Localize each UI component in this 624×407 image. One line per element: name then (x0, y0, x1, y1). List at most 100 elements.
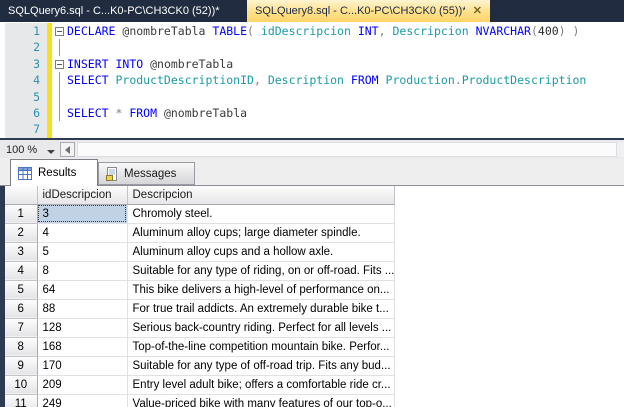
code-token: , (378, 24, 393, 38)
code-token: INSERT INTO (67, 56, 144, 71)
results-tab-label: Results (38, 167, 77, 179)
cell-descripcion[interactable]: Aluminum alloy cups and a hollow axle. (127, 242, 396, 262)
message-page-icon (106, 166, 117, 181)
code-token: Production (378, 73, 455, 88)
fold-region-line (59, 88, 60, 105)
fold-margin (52, 56, 67, 72)
code-line[interactable]: 4 SELECT ProductDescriptionID, Descriptio… (5, 72, 624, 89)
code-lines: 1 DECLARE @nombreTabla TABLE( idDescripci… (5, 23, 624, 138)
code-token: SELECT (67, 105, 109, 120)
table-row: 2 4 Aluminum alloy cups; large diameter sp… (5, 223, 396, 243)
cell-descripcion[interactable]: Top-of-the-line competition mountain bik… (127, 337, 396, 357)
code-token: . (454, 73, 462, 88)
results-grid[interactable]: idDescripcion Descripcion 1 3 Chromoly ste… (5, 186, 624, 407)
line-number: 6 (5, 104, 47, 122)
tab-title: SQLQuery8.sql - C...K0-PC\CH3CK0 (55))* (255, 4, 465, 17)
zoom-level-combo[interactable]: 100 % (3, 142, 55, 158)
cell-descripcion[interactable]: Suitable for any type of riding, on or o… (127, 261, 396, 281)
grid-corner-cell[interactable] (5, 186, 38, 205)
column-header-descripcion[interactable]: Descripcion (127, 186, 396, 205)
cell-iddescripcion[interactable]: 88 (37, 299, 128, 319)
line-number: 7 (5, 121, 47, 138)
table-row: 8 168 Top-of-the-line competition mountain… (5, 337, 396, 357)
zoom-level-value: 100 % (6, 144, 38, 156)
code-token: DECLARE (67, 24, 116, 38)
cell-iddescripcion[interactable]: 3 (37, 204, 128, 224)
tab-results[interactable]: Results (10, 159, 98, 186)
cell-descripcion[interactable]: Chromoly steel. (127, 204, 396, 224)
close-icon[interactable]: ✕ (473, 1, 482, 21)
cell-descripcion[interactable]: Serious back-country riding. Perfect for… (127, 318, 396, 338)
chevron-down-icon[interactable] (47, 150, 55, 154)
code-token: ProductDescription (461, 73, 587, 88)
code-line[interactable]: 3 INSERT INTO @nombreTabla (5, 55, 624, 73)
code-token: SELECT (67, 73, 109, 88)
code-line[interactable]: 7 (5, 121, 624, 138)
scroll-left-button[interactable] (60, 142, 75, 157)
table-row: 5 64 This bike delivers a high-level of pe… (5, 280, 396, 300)
fold-collapse-icon[interactable] (55, 27, 64, 36)
table-row: 3 5 Aluminum alloy cups and a hollow axle. (5, 242, 396, 262)
row-header[interactable]: 5 (5, 280, 38, 300)
fold-collapse-icon[interactable] (55, 59, 64, 69)
code-text: SELECT ProductDescriptionID, Description… (67, 72, 586, 88)
messages-tab-label: Messages (124, 167, 177, 180)
cell-descripcion[interactable]: For true trail addicts. An extremely dur… (127, 299, 396, 319)
line-number: 4 (5, 72, 47, 89)
table-row: 10 209 Entry level adult bike; offers a co… (5, 375, 396, 395)
code-token: idDescripcion (260, 24, 351, 38)
tab-sqlquery6[interactable]: SQLQuery6.sql - C...K0-PC\CH3CK0 (52))* (0, 0, 230, 22)
cell-iddescripcion[interactable]: 64 (37, 280, 128, 300)
line-number: 2 (5, 39, 47, 56)
code-token: ( (530, 24, 538, 38)
results-tab-strip: Results Messages (0, 158, 624, 186)
code-line[interactable]: 1 DECLARE @nombreTabla TABLE( idDescripci… (5, 23, 624, 40)
table-row: 9 170 Suitable for any type of off-road tr… (5, 356, 396, 376)
fold-margin (52, 23, 67, 39)
code-line[interactable]: 6 SELECT * FROM @nombreTabla (5, 104, 624, 122)
cell-iddescripcion[interactable]: 8 (37, 261, 128, 281)
tab-messages[interactable]: Messages (98, 162, 195, 185)
cell-iddescripcion[interactable]: 168 (37, 337, 128, 357)
row-header[interactable]: 7 (5, 318, 38, 338)
tab-sqlquery8[interactable]: SQLQuery8.sql - C...K0-PC\CH3CK0 (55))* … (247, 0, 490, 22)
code-token: Descripcion (392, 24, 469, 38)
code-line[interactable]: 2 (5, 39, 624, 56)
cell-descripcion[interactable]: Suitable for any type of off-road trip. … (127, 356, 396, 376)
row-header[interactable]: 2 (5, 223, 38, 243)
fold-region-line (59, 104, 60, 122)
code-text: INSERT INTO @nombreTabla (67, 56, 233, 72)
cell-iddescripcion[interactable]: 209 (37, 375, 128, 395)
left-arrow-icon (65, 146, 70, 154)
code-token: ProductDescriptionID (108, 73, 254, 88)
line-number: 5 (5, 88, 47, 105)
fold-region-line (59, 72, 60, 89)
code-text: DECLARE @nombreTabla TABLE( idDescripcio… (67, 23, 579, 39)
fold-margin (52, 121, 67, 137)
grid-header-row: idDescripcion Descripcion (5, 186, 396, 205)
cell-iddescripcion[interactable]: 128 (37, 318, 128, 338)
cell-descripcion[interactable]: Value-priced bike with many features of … (127, 394, 396, 407)
cell-descripcion[interactable]: Entry level adult bike; offers a comfort… (127, 375, 396, 395)
horizontal-scrollbar[interactable] (76, 142, 624, 157)
row-header[interactable]: 3 (5, 242, 38, 262)
row-header[interactable]: 11 (5, 394, 38, 407)
cell-iddescripcion[interactable]: 5 (37, 242, 128, 262)
cell-iddescripcion[interactable]: 170 (37, 356, 128, 376)
row-header[interactable]: 10 (5, 375, 38, 395)
row-header[interactable]: 9 (5, 356, 38, 376)
code-line[interactable]: 5 (5, 88, 624, 105)
line-number: 3 (5, 55, 47, 73)
cell-descripcion[interactable]: This bike delivers a high-level of perfo… (127, 280, 396, 300)
code-token: @nombreTabla (115, 24, 206, 38)
cell-descripcion[interactable]: Aluminum alloy cups; large diameter spin… (127, 223, 396, 243)
fold-margin (52, 72, 67, 89)
row-header[interactable]: 8 (5, 337, 38, 357)
cell-iddescripcion[interactable]: 249 (37, 394, 128, 407)
scrollbar-thumb[interactable] (77, 142, 617, 157)
column-header-iddescripcion[interactable]: idDescripcion (37, 186, 128, 205)
row-header[interactable]: 4 (5, 261, 38, 281)
cell-iddescripcion[interactable]: 4 (37, 223, 128, 243)
row-header[interactable]: 1 (5, 204, 38, 224)
row-header[interactable]: 6 (5, 299, 38, 319)
